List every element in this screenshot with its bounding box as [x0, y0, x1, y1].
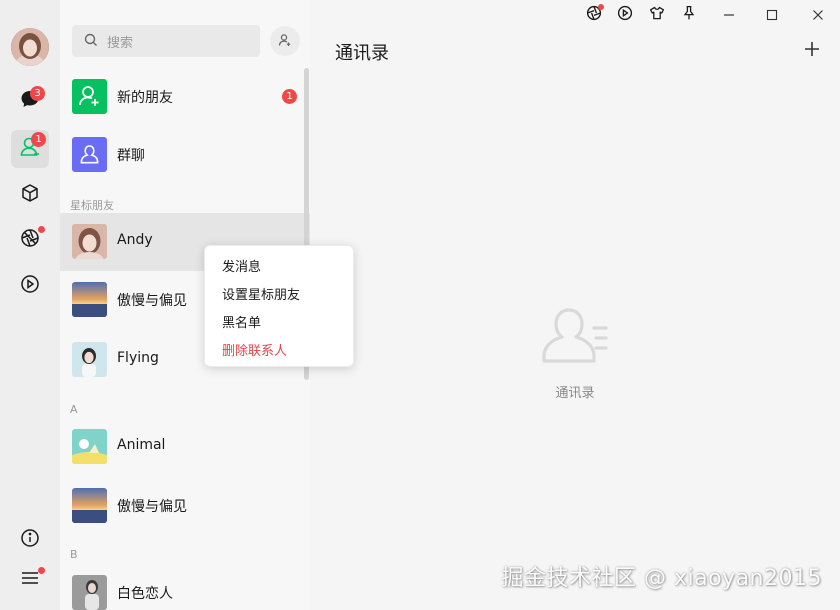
- contacts-placeholder-icon: [538, 306, 612, 378]
- close-icon: [812, 6, 824, 25]
- menu-item-blacklist[interactable]: 黑名单: [205, 310, 353, 338]
- contacts-badge: 1: [31, 132, 46, 147]
- list-item[interactable]: 白色恋人: [60, 564, 310, 610]
- list-item-label: 新的朋友: [117, 90, 173, 106]
- menu-dot: [38, 567, 45, 574]
- add-button[interactable]: [801, 38, 823, 60]
- empty-state-text: 通讯录: [555, 386, 595, 401]
- close-button[interactable]: [808, 5, 828, 25]
- watermark: 掘金技术社区 @ xiaoyan2015: [501, 566, 822, 591]
- contact-name: 傲慢与偏见: [117, 293, 187, 309]
- contact-avatar: [72, 575, 107, 610]
- tshirt-icon: [649, 5, 665, 25]
- contact-name: 白色恋人: [117, 586, 173, 602]
- channels-toolbar-button[interactable]: [615, 5, 635, 25]
- empty-state-label: 通讯录: [310, 382, 840, 401]
- nav-contacts[interactable]: 1: [11, 130, 49, 168]
- moments-toolbar-button[interactable]: [584, 4, 604, 25]
- pin-button[interactable]: [679, 5, 699, 25]
- info-icon: [20, 528, 40, 552]
- new-friends-badge: 1: [282, 89, 297, 104]
- list-item[interactable]: 傲慢与偏见: [60, 477, 310, 535]
- toolbar-dot: [598, 4, 604, 10]
- context-menu: 发消息 设置星标朋友 黑名单 删除联系人: [204, 245, 354, 367]
- contact-avatar: [72, 224, 107, 259]
- play-circle-icon: [617, 5, 633, 25]
- contact-avatar: [72, 282, 107, 317]
- list-item[interactable]: Animal: [60, 418, 310, 476]
- contact-avatar: [72, 429, 107, 464]
- contact-name: 傲慢与偏见: [117, 499, 187, 515]
- section-header-a: A: [70, 403, 78, 416]
- new-friend-icon: [72, 79, 107, 114]
- maximize-icon: [766, 6, 778, 25]
- cube-icon: [20, 183, 40, 207]
- minimize-button[interactable]: [719, 5, 739, 25]
- plus-icon: [801, 42, 823, 64]
- list-item-new-friends[interactable]: 新的朋友 1: [60, 68, 310, 126]
- nav-menu[interactable]: [11, 561, 49, 599]
- page-title: 通讯录: [335, 43, 389, 64]
- avatar[interactable]: [11, 28, 49, 66]
- list-item-group-chat[interactable]: 群聊: [60, 126, 310, 184]
- contact-name: Andy: [117, 232, 153, 248]
- skin-button[interactable]: [647, 5, 667, 25]
- left-nav: 3 1: [0, 0, 60, 610]
- aperture-icon: [20, 228, 40, 252]
- menu-item-star-friend[interactable]: 设置星标朋友: [205, 282, 353, 310]
- search-input[interactable]: 搜索: [107, 32, 133, 51]
- section-header-starred: 星标朋友: [70, 199, 114, 212]
- hamburger-icon: [20, 568, 40, 592]
- menu-item-delete-contact[interactable]: 删除联系人: [205, 338, 353, 366]
- add-user-icon: [278, 32, 292, 51]
- list-item-label: 群聊: [117, 148, 145, 164]
- search-icon: [84, 32, 98, 51]
- moments-dot: [38, 226, 45, 233]
- chat-badge: 3: [30, 86, 45, 101]
- contact-avatar: [72, 342, 107, 377]
- contact-name: Flying: [117, 350, 159, 366]
- section-header-b: B: [70, 548, 78, 561]
- play-circle-icon: [20, 274, 40, 298]
- group-chat-icon: [72, 137, 107, 172]
- contact-avatar: [72, 488, 107, 523]
- nav-chat[interactable]: 3: [11, 82, 49, 120]
- main-pane: 通讯录 通讯录 掘金技术社区 @ xiaoyan2015: [310, 0, 840, 610]
- minimize-icon: [723, 6, 735, 25]
- contact-name: Animal: [117, 437, 166, 453]
- nav-moments[interactable]: [11, 221, 49, 259]
- add-contact-button[interactable]: [270, 26, 300, 56]
- search-box[interactable]: 搜索: [72, 25, 260, 57]
- nav-channels[interactable]: [11, 267, 49, 305]
- nav-info[interactable]: [11, 521, 49, 559]
- menu-item-send-message[interactable]: 发消息: [205, 254, 353, 282]
- pin-icon: [681, 5, 697, 25]
- maximize-button[interactable]: [762, 5, 782, 25]
- nav-favorites[interactable]: [11, 176, 49, 214]
